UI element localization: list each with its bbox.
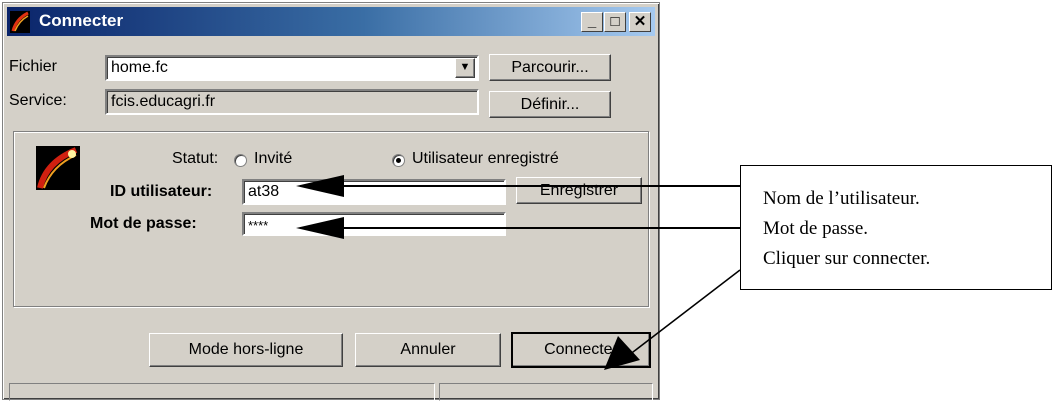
arrowhead-password <box>296 217 344 239</box>
arrowhead-username <box>296 175 344 197</box>
arrowhead-connect <box>604 336 640 370</box>
arrow-connect <box>619 269 741 363</box>
annotation-arrows <box>296 175 741 370</box>
